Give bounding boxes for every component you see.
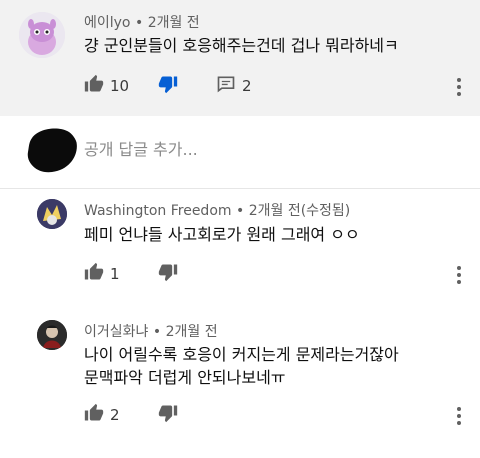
- like-button[interactable]: 1: [84, 262, 120, 286]
- thumbs-up-icon: [84, 74, 104, 98]
- meta-separator: •: [134, 15, 148, 31]
- thumbs-down-icon: [158, 403, 178, 427]
- reply-actions: 2: [84, 403, 464, 427]
- thumbs-up-icon: [84, 403, 104, 427]
- reply-input-area: [0, 116, 480, 188]
- comment-meta: 에이lyo • 2개월 전: [84, 12, 200, 32]
- divider: [0, 188, 480, 189]
- reply-text: 페미 언냐들 사고회로가 원래 그래여 ㅇㅇ: [84, 225, 360, 244]
- meta-separator: •: [235, 203, 249, 219]
- highlighted-comment: 에이lyo • 2개월 전 걍 군인분들이 호응해주는건데 겁나 뭐라하네ㅋ 1…: [0, 0, 480, 116]
- like-count: 10: [110, 77, 130, 95]
- avatar[interactable]: [19, 12, 65, 58]
- comment-time[interactable]: 2개월 전: [148, 15, 200, 31]
- avatar[interactable]: [37, 199, 67, 229]
- dislike-button[interactable]: [158, 74, 178, 98]
- thumbs-up-icon: [84, 262, 104, 286]
- more-options-icon[interactable]: [456, 76, 462, 96]
- author-name[interactable]: 이거실화냐: [84, 324, 148, 340]
- reply-meta: Washington Freedom • 2개월 전(수정됨): [84, 200, 350, 220]
- reply-count: 2: [242, 77, 252, 95]
- comment-time[interactable]: 2개월 전: [166, 324, 218, 340]
- author-name[interactable]: Washington Freedom: [84, 203, 232, 219]
- dislike-button[interactable]: [158, 262, 178, 286]
- author-name[interactable]: 에이lyo: [84, 15, 131, 31]
- dislike-button[interactable]: [158, 403, 178, 427]
- more-options-icon[interactable]: [456, 405, 462, 425]
- thumbs-down-icon: [158, 262, 178, 286]
- like-count: 2: [110, 406, 120, 424]
- like-button[interactable]: 2: [84, 403, 120, 427]
- avatar[interactable]: [37, 320, 67, 350]
- reply-count-button[interactable]: 2: [216, 74, 252, 98]
- comment-icon: [216, 74, 236, 98]
- comment-time[interactable]: 2개월 전(수정됨): [249, 203, 351, 219]
- reply-actions: 1: [84, 262, 464, 286]
- reply-input-field[interactable]: 공개 답글 추가...: [84, 136, 198, 160]
- reply-text-line: 문맥파악 더럽게 안되나보네ㅠ: [84, 368, 286, 387]
- thumbs-down-icon: [158, 74, 178, 98]
- comment-text: 걍 군인분들이 호응해주는건데 겁나 뭐라하네ㅋ: [84, 36, 399, 55]
- reply-meta: 이거실화냐 • 2개월 전: [84, 321, 218, 341]
- user-avatar: [26, 126, 78, 174]
- comment-actions: 10 2: [84, 74, 464, 98]
- reply-text-line: 나이 어릴수록 호응이 커지는게 문제라는거잖아: [84, 345, 399, 364]
- meta-separator: •: [152, 324, 166, 340]
- like-button[interactable]: 10: [84, 74, 129, 98]
- more-options-icon[interactable]: [456, 264, 462, 284]
- like-count: 1: [110, 265, 120, 283]
